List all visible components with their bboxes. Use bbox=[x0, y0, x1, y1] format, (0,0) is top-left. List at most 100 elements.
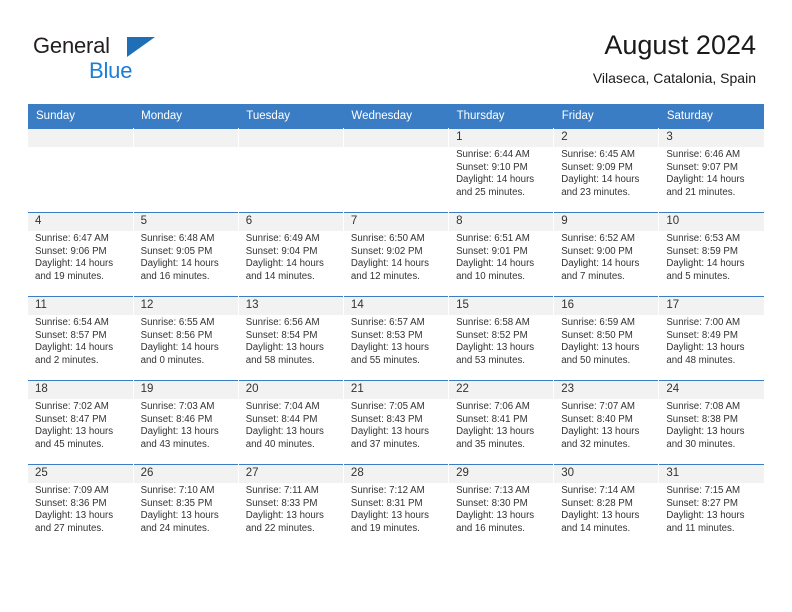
sunset-text: Sunset: 9:02 PM bbox=[350, 245, 423, 257]
daylight-text-line1: Daylight: 14 hours bbox=[35, 258, 114, 270]
day-cell[interactable]: 31 Sunrise: 7:15 AM Sunset: 8:27 PM Dayl… bbox=[658, 464, 764, 548]
day-details: Sunrise: 6:46 AM Sunset: 9:07 PM Dayligh… bbox=[659, 147, 764, 199]
day-number: 18 bbox=[28, 381, 133, 399]
sunset-text: Sunset: 8:54 PM bbox=[245, 329, 318, 341]
day-details: Sunrise: 7:10 AM Sunset: 8:35 PM Dayligh… bbox=[134, 483, 238, 535]
calendar-week-row: 25 Sunrise: 7:09 AM Sunset: 8:36 PM Dayl… bbox=[28, 464, 764, 548]
daylight-text-line1: Daylight: 13 hours bbox=[350, 426, 430, 438]
sunset-text: Sunset: 8:36 PM bbox=[35, 497, 107, 509]
sunrise-text: Sunrise: 7:08 AM bbox=[666, 401, 741, 412]
day-cell[interactable]: 9 Sunrise: 6:52 AM Sunset: 9:00 PM Dayli… bbox=[553, 212, 660, 297]
day-details: Sunrise: 7:12 AM Sunset: 8:31 PM Dayligh… bbox=[344, 483, 448, 535]
day-details: Sunrise: 7:07 AM Sunset: 8:40 PM Dayligh… bbox=[554, 399, 658, 451]
sunrise-text: Sunrise: 6:53 AM bbox=[666, 233, 741, 244]
daylight-text-line1: Daylight: 13 hours bbox=[35, 510, 114, 522]
day-details: Sunrise: 6:44 AM Sunset: 9:10 PM Dayligh… bbox=[449, 147, 553, 199]
day-cell[interactable] bbox=[343, 128, 450, 213]
calendar-week-row: 11 Sunrise: 6:54 AM Sunset: 8:57 PM Dayl… bbox=[28, 296, 764, 381]
day-cell[interactable]: 15 Sunrise: 6:58 AM Sunset: 8:52 PM Dayl… bbox=[448, 296, 555, 381]
day-cell[interactable]: 26 Sunrise: 7:10 AM Sunset: 8:35 PM Dayl… bbox=[133, 464, 239, 548]
sunrise-text: Sunrise: 6:56 AM bbox=[245, 317, 320, 328]
sunrise-text: Sunrise: 6:46 AM bbox=[666, 149, 741, 160]
day-cell[interactable]: 16 Sunrise: 6:59 AM Sunset: 8:50 PM Dayl… bbox=[553, 296, 660, 381]
weekday-header-monday: Monday bbox=[133, 104, 239, 129]
daylight-text-line2: and 12 minutes. bbox=[350, 270, 420, 282]
day-number bbox=[28, 129, 133, 147]
day-cell[interactable]: 10 Sunrise: 6:53 AM Sunset: 8:59 PM Dayl… bbox=[658, 212, 764, 297]
daylight-text-line2: and 27 minutes. bbox=[35, 522, 104, 534]
daylight-text-line1: Daylight: 13 hours bbox=[140, 510, 219, 522]
day-cell[interactable]: 8 Sunrise: 6:51 AM Sunset: 9:01 PM Dayli… bbox=[448, 212, 555, 297]
day-number: 1 bbox=[449, 129, 554, 147]
day-details: Sunrise: 6:53 AM Sunset: 8:59 PM Dayligh… bbox=[659, 231, 764, 283]
day-cell[interactable]: 5 Sunrise: 6:48 AM Sunset: 9:05 PM Dayli… bbox=[133, 212, 239, 297]
sunrise-text: Sunrise: 7:04 AM bbox=[245, 401, 320, 412]
day-cell[interactable]: 6 Sunrise: 6:49 AM Sunset: 9:04 PM Dayli… bbox=[238, 212, 344, 297]
day-cell[interactable]: 13 Sunrise: 6:56 AM Sunset: 8:54 PM Dayl… bbox=[238, 296, 344, 381]
sunset-text: Sunset: 8:57 PM bbox=[35, 329, 107, 341]
sunrise-text: Sunrise: 6:51 AM bbox=[456, 233, 530, 244]
day-cell[interactable]: 24 Sunrise: 7:08 AM Sunset: 8:38 PM Dayl… bbox=[658, 380, 764, 465]
page-title: August 2024 bbox=[604, 30, 756, 60]
day-cell[interactable]: 28 Sunrise: 7:12 AM Sunset: 8:31 PM Dayl… bbox=[343, 464, 450, 548]
daylight-text-line2: and 35 minutes. bbox=[456, 438, 525, 450]
day-cell[interactable] bbox=[238, 128, 344, 213]
day-cell[interactable]: 14 Sunrise: 6:57 AM Sunset: 8:53 PM Dayl… bbox=[343, 296, 450, 381]
daylight-text-line2: and 22 minutes. bbox=[245, 522, 315, 534]
day-details: Sunrise: 7:05 AM Sunset: 8:43 PM Dayligh… bbox=[344, 399, 448, 451]
day-cell[interactable]: 2 Sunrise: 6:45 AM Sunset: 9:09 PM Dayli… bbox=[553, 128, 660, 213]
day-details: Sunrise: 6:57 AM Sunset: 8:53 PM Dayligh… bbox=[344, 315, 448, 367]
day-cell[interactable]: 11 Sunrise: 6:54 AM Sunset: 8:57 PM Dayl… bbox=[28, 296, 134, 381]
sunset-text: Sunset: 8:35 PM bbox=[140, 497, 213, 509]
calendar-week-row: 4 Sunrise: 6:47 AM Sunset: 9:06 PM Dayli… bbox=[28, 212, 764, 297]
day-details: Sunrise: 6:58 AM Sunset: 8:52 PM Dayligh… bbox=[449, 315, 553, 367]
daylight-text-line1: Daylight: 14 hours bbox=[245, 258, 324, 270]
calendar-body: 1 Sunrise: 6:44 AM Sunset: 9:10 PM Dayli… bbox=[28, 128, 764, 548]
day-cell[interactable]: 23 Sunrise: 7:07 AM Sunset: 8:40 PM Dayl… bbox=[553, 380, 660, 465]
day-cell[interactable]: 4 Sunrise: 6:47 AM Sunset: 9:06 PM Dayli… bbox=[28, 212, 134, 297]
weekday-header-tuesday: Tuesday bbox=[238, 104, 344, 129]
day-cell[interactable]: 18 Sunrise: 7:02 AM Sunset: 8:47 PM Dayl… bbox=[28, 380, 134, 465]
day-number: 11 bbox=[28, 297, 133, 315]
day-cell[interactable]: 1 Sunrise: 6:44 AM Sunset: 9:10 PM Dayli… bbox=[448, 128, 555, 213]
day-cell[interactable]: 21 Sunrise: 7:05 AM Sunset: 8:43 PM Dayl… bbox=[343, 380, 450, 465]
day-cell[interactable] bbox=[28, 128, 134, 213]
day-cell[interactable]: 7 Sunrise: 6:50 AM Sunset: 9:02 PM Dayli… bbox=[343, 212, 450, 297]
daylight-text-line2: and 14 minutes. bbox=[561, 522, 631, 534]
sunset-text: Sunset: 8:40 PM bbox=[561, 413, 633, 425]
day-cell[interactable]: 19 Sunrise: 7:03 AM Sunset: 8:46 PM Dayl… bbox=[133, 380, 239, 465]
daylight-text-line2: and 0 minutes. bbox=[140, 354, 205, 366]
daylight-text-line2: and 11 minutes. bbox=[666, 522, 735, 534]
daylight-text-line2: and 43 minutes. bbox=[140, 438, 210, 450]
day-cell[interactable]: 22 Sunrise: 7:06 AM Sunset: 8:41 PM Dayl… bbox=[448, 380, 555, 465]
sunrise-text: Sunrise: 7:05 AM bbox=[350, 401, 425, 412]
day-details: Sunrise: 6:56 AM Sunset: 8:54 PM Dayligh… bbox=[239, 315, 343, 367]
daylight-text-line2: and 50 minutes. bbox=[561, 354, 631, 366]
day-details: Sunrise: 6:52 AM Sunset: 9:00 PM Dayligh… bbox=[554, 231, 658, 283]
day-cell[interactable]: 27 Sunrise: 7:11 AM Sunset: 8:33 PM Dayl… bbox=[238, 464, 344, 548]
day-cell[interactable]: 3 Sunrise: 6:46 AM Sunset: 9:07 PM Dayli… bbox=[658, 128, 764, 213]
sunrise-text: Sunrise: 7:02 AM bbox=[35, 401, 109, 412]
daylight-text-line1: Daylight: 13 hours bbox=[456, 510, 535, 522]
weekday-header-saturday: Saturday bbox=[658, 104, 764, 129]
day-cell[interactable]: 30 Sunrise: 7:14 AM Sunset: 8:28 PM Dayl… bbox=[553, 464, 660, 548]
weekday-header-row: Sunday Monday Tuesday Wednesday Thursday… bbox=[28, 104, 764, 129]
day-details: Sunrise: 6:51 AM Sunset: 9:01 PM Dayligh… bbox=[449, 231, 553, 283]
generalblue-logo[interactable]: General Blue bbox=[33, 34, 253, 86]
daylight-text-line1: Daylight: 13 hours bbox=[245, 342, 324, 354]
day-number: 15 bbox=[449, 297, 554, 315]
day-cell[interactable]: 20 Sunrise: 7:04 AM Sunset: 8:44 PM Dayl… bbox=[238, 380, 344, 465]
daylight-text-line2: and 19 minutes. bbox=[350, 522, 420, 534]
sunset-text: Sunset: 9:06 PM bbox=[35, 245, 107, 257]
day-number: 28 bbox=[343, 465, 449, 483]
day-cell[interactable] bbox=[133, 128, 239, 213]
day-cell[interactable]: 29 Sunrise: 7:13 AM Sunset: 8:30 PM Dayl… bbox=[448, 464, 555, 548]
day-cell[interactable]: 12 Sunrise: 6:55 AM Sunset: 8:56 PM Dayl… bbox=[133, 296, 239, 381]
sunrise-text: Sunrise: 7:06 AM bbox=[456, 401, 530, 412]
sunset-text: Sunset: 8:56 PM bbox=[140, 329, 213, 341]
day-cell[interactable]: 25 Sunrise: 7:09 AM Sunset: 8:36 PM Dayl… bbox=[28, 464, 134, 548]
day-cell[interactable]: 17 Sunrise: 7:00 AM Sunset: 8:49 PM Dayl… bbox=[658, 296, 764, 381]
sunrise-text: Sunrise: 6:48 AM bbox=[140, 233, 215, 244]
day-details: Sunrise: 6:45 AM Sunset: 9:09 PM Dayligh… bbox=[554, 147, 658, 199]
day-details: Sunrise: 7:08 AM Sunset: 8:38 PM Dayligh… bbox=[659, 399, 764, 451]
